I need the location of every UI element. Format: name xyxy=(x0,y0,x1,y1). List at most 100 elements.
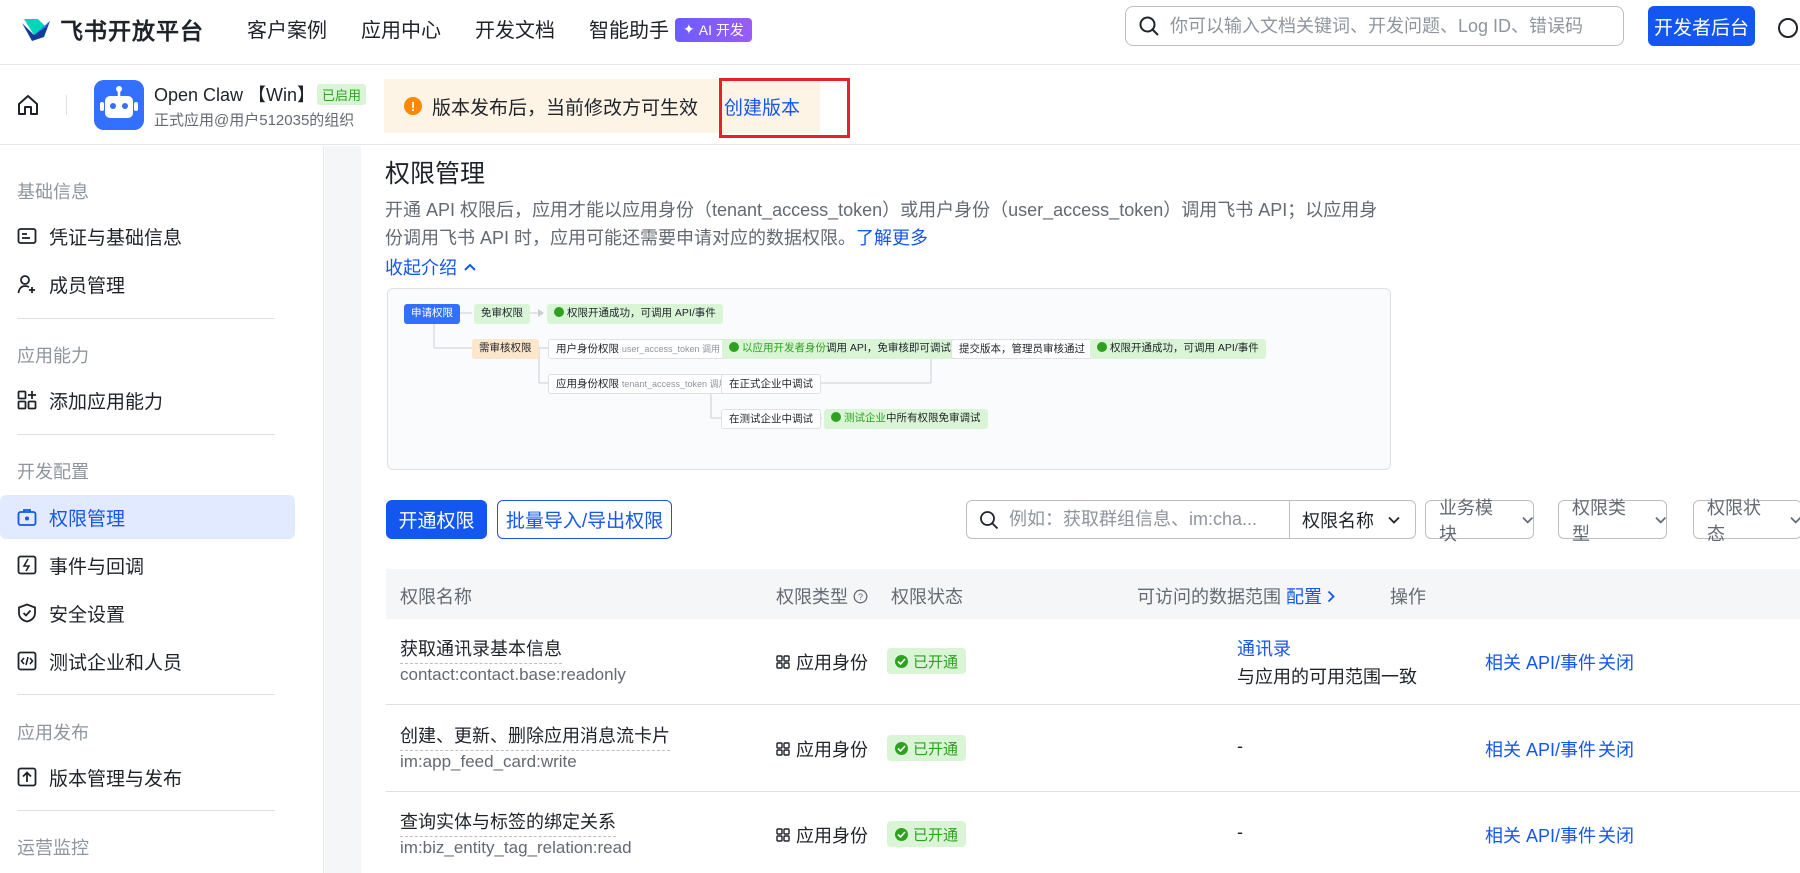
top-search-box[interactable] xyxy=(1125,6,1624,46)
permission-lock-icon xyxy=(17,509,37,526)
close-permission-link[interactable]: 关闭 xyxy=(1598,649,1634,675)
sidebar-group-monitoring: 运营监控 xyxy=(17,838,89,858)
permission-search-box[interactable]: 权限名称 xyxy=(966,500,1416,539)
sidebar-item-label: 成员管理 xyxy=(49,275,126,297)
column-permission-type: 权限类型? xyxy=(776,583,868,609)
flow-apply: 申请权限 xyxy=(404,304,460,324)
sidebar-item-members[interactable]: 成员管理 xyxy=(0,262,295,306)
search-field-select[interactable]: 权限名称 xyxy=(1289,501,1415,538)
sparkle-icon: ✦ xyxy=(683,21,695,37)
sidebar-item-events[interactable]: 事件与回调 xyxy=(0,543,295,587)
grid-menu-icon[interactable] xyxy=(1776,16,1800,40)
code-badge-icon xyxy=(729,342,739,352)
status-label: 已开通 xyxy=(913,826,959,844)
permission-status-dropdown[interactable]: 权限状态 xyxy=(1693,498,1800,544)
related-api-link[interactable]: 相关 API/事件 xyxy=(1485,822,1596,848)
nav-assistant[interactable]: 智能助手 ✦ AI 开发 xyxy=(589,14,752,43)
check-icon xyxy=(895,827,908,841)
flow-final-result-text: 权限开通成功，可调用 API/事件 xyxy=(1110,342,1259,354)
related-api-link[interactable]: 相关 API/事件 xyxy=(1485,736,1596,762)
permission-type: 应用身份 xyxy=(776,649,868,675)
app-grid-icon xyxy=(776,742,790,756)
permission-name[interactable]: 查询实体与标签的绑定关系 xyxy=(400,808,616,837)
app-status-badge: 已启用 xyxy=(317,84,367,105)
dropdown-label: 权限类型 xyxy=(1572,497,1626,544)
sidebar-item-security[interactable]: 安全设置 xyxy=(0,591,295,635)
home-icon[interactable] xyxy=(16,93,40,117)
related-api-link[interactable]: 相关 API/事件 xyxy=(1485,649,1596,675)
flow-app-perm: 应用身份权限 tenant_access_token 调用 xyxy=(548,374,736,394)
sidebar-item-label: 安全设置 xyxy=(49,604,126,626)
status-badge: 已开通 xyxy=(887,735,967,761)
sidebar-item-label: 版本管理与发布 xyxy=(49,768,183,790)
flow-free: 免审权限 xyxy=(474,304,530,324)
status-label: 已开通 xyxy=(913,740,959,758)
flow-user-perm: 用户身份权限 user_access_token 调用 xyxy=(548,339,728,359)
data-scope-link[interactable]: 通讯录 xyxy=(1237,635,1291,661)
top-navigation: 飞书开放平台 客户案例 应用中心 开发文档 智能助手 ✦AI 开发 开发者后台 xyxy=(0,0,1800,65)
batch-import-export-button[interactable]: 批量导入/导出权限 xyxy=(497,500,672,539)
sidebar-item-label: 添加应用能力 xyxy=(49,391,164,413)
svg-text:?: ? xyxy=(858,592,863,602)
help-icon[interactable]: ? xyxy=(853,589,868,604)
sidebar-item-permissions[interactable]: 权限管理 xyxy=(0,495,295,539)
data-scope-text: 与应用的可用范围一致 xyxy=(1237,667,1417,687)
feishu-logo[interactable]: 飞书开放平台 xyxy=(20,12,204,46)
sidebar-item-add-capability[interactable]: 添加应用能力 xyxy=(0,378,295,422)
permission-name[interactable]: 获取通讯录基本信息 xyxy=(400,635,562,664)
sidebar-divider xyxy=(17,434,275,435)
sidebar-group-basic: 基础信息 xyxy=(17,182,89,202)
collapse-label: 收起介绍 xyxy=(385,258,457,278)
column-permission-name: 权限名称 xyxy=(400,587,472,607)
permission-search-input[interactable] xyxy=(1009,509,1279,530)
learn-more-link[interactable]: 了解更多 xyxy=(856,228,928,248)
flow-submit: 提交版本，管理员审核通过 xyxy=(951,339,1093,359)
nav-dev-docs[interactable]: 开发文档 xyxy=(475,14,555,43)
nav-customer-cases[interactable]: 客户案例 xyxy=(247,14,327,43)
close-permission-link[interactable]: 关闭 xyxy=(1598,822,1634,848)
flow-app-perm-sub: tenant_access_token 调用 xyxy=(621,379,728,389)
column-permission-status: 权限状态 xyxy=(891,587,963,607)
nav-app-center[interactable]: 应用中心 xyxy=(361,14,441,43)
page-title: 权限管理 xyxy=(385,160,486,188)
notice-text: 版本发布后，当前修改方可生效 xyxy=(432,97,699,119)
sidebar-item-versions[interactable]: 版本管理与发布 xyxy=(0,755,295,799)
search-icon xyxy=(980,510,999,529)
developer-console-button[interactable]: 开发者后台 xyxy=(1648,6,1755,46)
close-permission-link[interactable]: 关闭 xyxy=(1598,736,1634,762)
permission-scope: im:app_feed_card:write xyxy=(400,752,577,771)
status-badge: 已开通 xyxy=(887,821,967,847)
data-scope-empty: - xyxy=(1237,736,1243,756)
permission-type-dropdown[interactable]: 权限类型 xyxy=(1558,498,1667,544)
permission-name[interactable]: 创建、更新、删除应用消息流卡片 xyxy=(400,722,670,751)
data-scope-config-link[interactable]: 配置 xyxy=(1286,583,1322,609)
flow-prod-debug: 在正式企业中调试 xyxy=(721,374,821,394)
top-search-input[interactable] xyxy=(1170,15,1610,37)
content-gutter xyxy=(325,146,361,873)
search-icon xyxy=(1139,16,1159,36)
sidebar-item-test-orgs[interactable]: 测试企业和人员 xyxy=(0,639,295,683)
chevron-up-icon xyxy=(464,263,476,271)
check-circle-icon xyxy=(1097,342,1107,352)
table-row: 查询实体与标签的绑定关系 im:biz_entity_tag_relation:… xyxy=(386,792,1800,873)
main-content: 权限管理 开通 API 权限后，应用才能以应用身份（tenant_access_… xyxy=(325,146,1800,873)
flow-final-result: 权限开通成功，可调用 API/事件 xyxy=(1090,339,1266,359)
flow-app-perm-text: 应用身份权限 xyxy=(556,378,619,390)
permission-flow-diagram: 申请权限 免审权限 权限开通成功，可调用 API/事件 需审核权限 用户身份权限… xyxy=(387,288,1391,470)
logo-text: 飞书开放平台 xyxy=(60,18,204,44)
add-user-icon xyxy=(17,275,35,294)
ai-badge: ✦ AI 开发 xyxy=(675,17,752,42)
business-module-dropdown[interactable]: 业务模块 xyxy=(1425,498,1534,544)
upload-icon xyxy=(17,767,37,787)
sidebar-item-credentials[interactable]: 凭证与基础信息 xyxy=(0,214,295,258)
check-icon xyxy=(895,741,908,755)
sidebar-group-capability: 应用能力 xyxy=(17,346,89,366)
app-grid-icon xyxy=(776,828,790,842)
enable-permission-button[interactable]: 开通权限 xyxy=(386,500,487,539)
permission-type: 应用身份 xyxy=(776,736,868,762)
table-row: 创建、更新、删除应用消息流卡片 im:app_feed_card:write 应… xyxy=(386,706,1800,792)
collapse-intro-toggle[interactable]: 收起介绍 xyxy=(385,254,477,280)
nav-links: 客户案例 应用中心 开发文档 智能助手 ✦ AI 开发 xyxy=(247,14,752,43)
permission-scope: im:biz_entity_tag_relation:read xyxy=(400,838,632,857)
permission-type-label: 应用身份 xyxy=(796,740,868,760)
